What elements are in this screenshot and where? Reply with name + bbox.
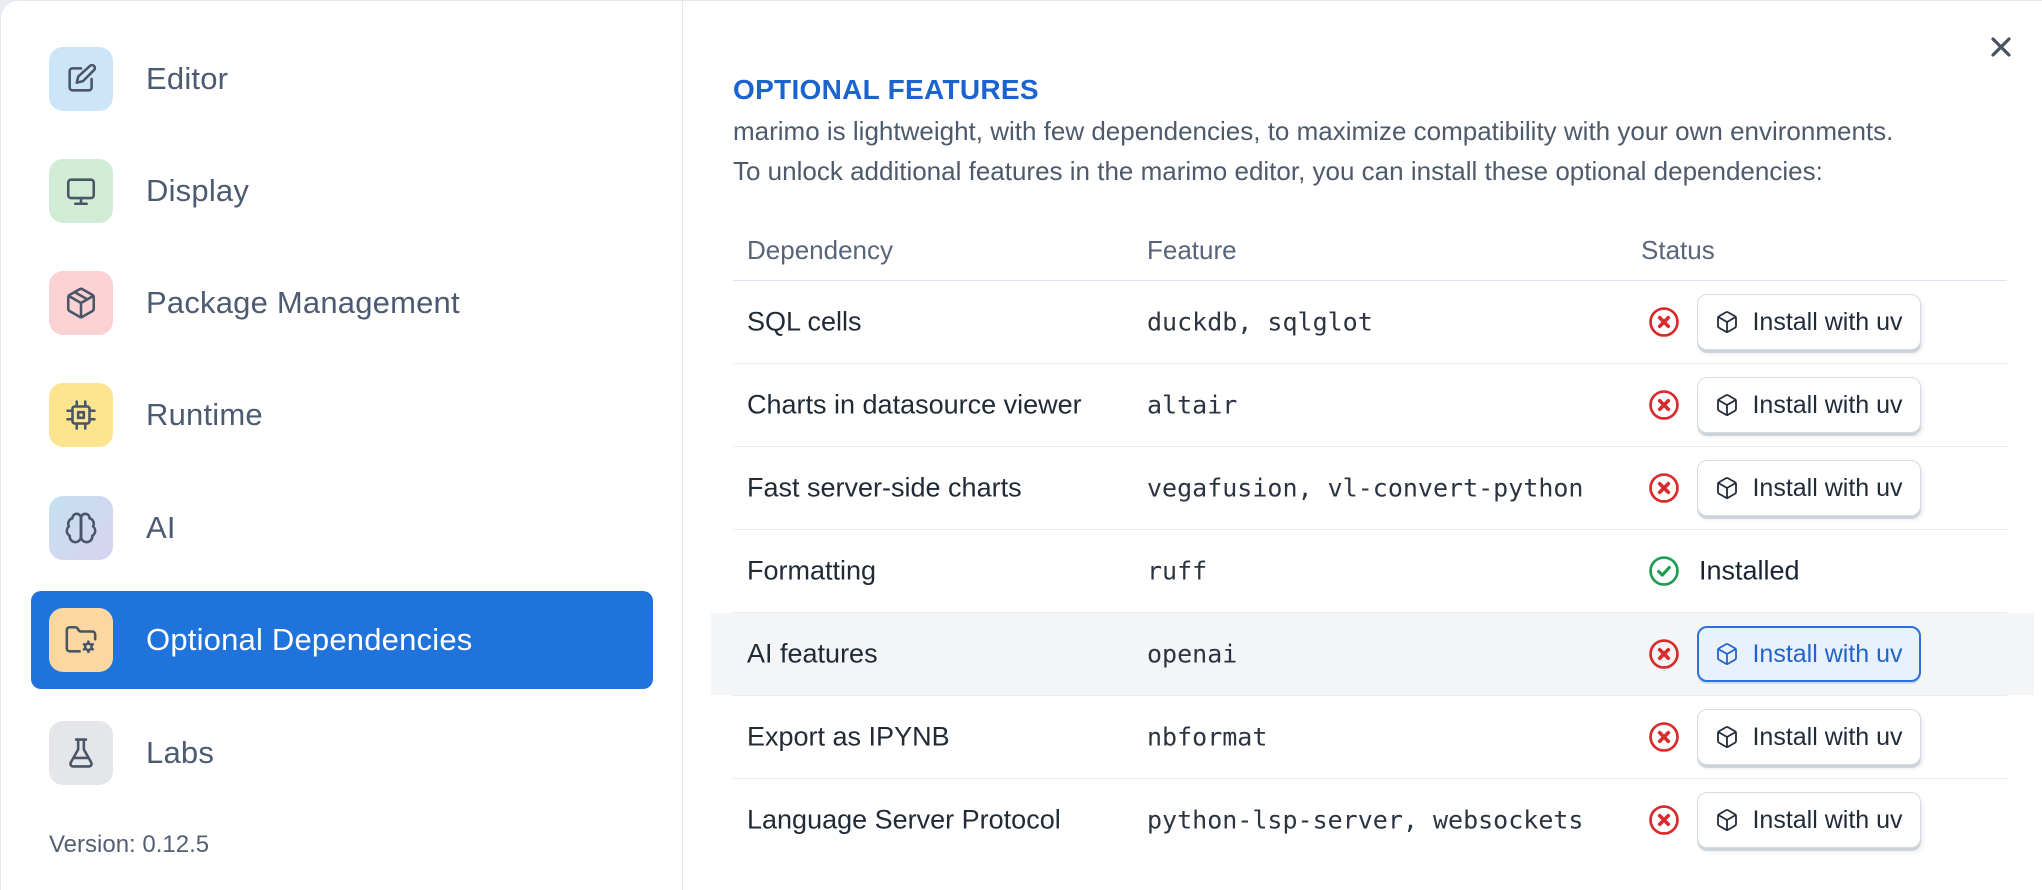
status-installed-icon xyxy=(1647,554,1681,588)
sidebar-item-ai[interactable]: AI xyxy=(31,479,653,577)
sidebar-item-runtime[interactable]: Runtime xyxy=(31,366,653,464)
feature-packages: ruff xyxy=(1147,556,1208,586)
brain-icon xyxy=(49,496,113,560)
panel-description: marimo is lightweight, with few dependen… xyxy=(733,111,1893,191)
status-missing-icon xyxy=(1647,388,1681,422)
install-button-label: Install with uv xyxy=(1752,722,1903,751)
dependency-name: Language Server Protocol xyxy=(747,804,1061,835)
dependency-name: Fast server-side charts xyxy=(747,472,1022,503)
flask-icon xyxy=(49,721,113,785)
column-header-feature: Feature xyxy=(1147,235,1237,265)
feature-packages: altair xyxy=(1147,390,1238,420)
install-button-label: Install with uv xyxy=(1752,805,1903,834)
install-with-uv-button[interactable]: Install with uv xyxy=(1697,709,1921,765)
sidebar-item-label: Package Management xyxy=(146,285,460,320)
install-with-uv-button[interactable]: Install with uv xyxy=(1697,792,1921,848)
install-with-uv-button[interactable]: Install with uv xyxy=(1697,294,1921,350)
page-title: OPTIONAL FEATURES xyxy=(733,74,1039,106)
monitor-icon xyxy=(49,159,113,223)
package-icon xyxy=(49,271,113,335)
box-icon xyxy=(1717,809,1738,831)
dependency-name: SQL cells xyxy=(747,306,862,337)
status-missing-icon xyxy=(1647,471,1681,505)
pencil-square-icon xyxy=(49,47,113,111)
dependency-name: Charts in datasource viewer xyxy=(747,389,1082,420)
feature-packages: nbformat xyxy=(1147,722,1268,752)
sidebar-item-label: Labs xyxy=(146,735,215,770)
folder-cog-icon xyxy=(49,608,113,672)
install-button-label: Install with uv xyxy=(1752,639,1903,668)
table-row: Language Server Protocol python-lsp-serv… xyxy=(733,779,2007,861)
install-button-label: Install with uv xyxy=(1752,473,1903,502)
sidebar-item-optional-dependencies[interactable]: Optional Dependencies xyxy=(31,591,653,689)
cpu-icon xyxy=(49,383,113,447)
table-row: Fast server-side charts vegafusion, vl-c… xyxy=(733,447,2007,530)
dependency-name: Export as IPYNB xyxy=(747,721,950,752)
status-missing-icon xyxy=(1647,720,1681,754)
settings-dialog: Editor Display Package Management Runtim… xyxy=(0,0,2042,890)
table-header-row: Dependency Feature Status xyxy=(733,223,2007,281)
optional-features-panel: OPTIONAL FEATURES marimo is lightweight,… xyxy=(683,1,2042,890)
status-missing-icon xyxy=(1647,803,1681,837)
sidebar-item-label: Editor xyxy=(146,61,229,96)
version-label: Version: 0.12.5 xyxy=(49,831,210,858)
column-header-status: Status xyxy=(1641,235,1715,265)
box-icon xyxy=(1717,394,1738,416)
install-with-uv-button-focused[interactable]: Install with uv xyxy=(1697,626,1921,682)
close-icon[interactable] xyxy=(1983,29,2019,65)
sidebar-item-labs[interactable]: Labs xyxy=(31,704,653,802)
feature-packages: python-lsp-server, websockets xyxy=(1147,805,1584,835)
box-icon xyxy=(1717,477,1738,499)
table-row: Export as IPYNB nbformat Install with uv xyxy=(733,696,2007,779)
settings-sidebar: Editor Display Package Management Runtim… xyxy=(1,1,683,890)
dependency-name: Formatting xyxy=(747,555,877,586)
sidebar-item-editor[interactable]: Editor xyxy=(31,30,653,128)
table-row: AI features openai Install with uv xyxy=(711,613,2034,696)
install-button-label: Install with uv xyxy=(1752,390,1903,419)
box-icon xyxy=(1717,643,1738,665)
dependency-name: AI features xyxy=(747,638,878,669)
feature-packages: duckdb, sqlglot xyxy=(1147,307,1373,337)
sidebar-item-display[interactable]: Display xyxy=(31,142,653,240)
sidebar-item-label: Display xyxy=(146,173,250,208)
status-missing-icon xyxy=(1647,637,1681,671)
panel-description-line1: marimo is lightweight, with few dependen… xyxy=(733,116,1894,146)
dependencies-table: Dependency Feature Status SQL cells duck… xyxy=(711,223,2034,861)
install-button-label: Install with uv xyxy=(1752,307,1903,336)
sidebar-item-label: Optional Dependencies xyxy=(146,622,473,657)
table-row: SQL cells duckdb, sqlglot Install with u… xyxy=(733,281,2007,364)
feature-packages: openai xyxy=(1147,639,1238,669)
sidebar-item-label: Runtime xyxy=(146,397,263,432)
install-with-uv-button[interactable]: Install with uv xyxy=(1697,377,1921,433)
panel-description-line2: To unlock additional features in the mar… xyxy=(733,156,1823,186)
box-icon xyxy=(1717,726,1738,748)
column-header-dependency: Dependency xyxy=(747,235,893,265)
feature-packages: vegafusion, vl-convert-python xyxy=(1147,473,1584,503)
install-with-uv-button[interactable]: Install with uv xyxy=(1697,460,1921,516)
sidebar-item-label: AI xyxy=(146,510,176,545)
box-icon xyxy=(1717,311,1738,333)
status-missing-icon xyxy=(1647,305,1681,339)
table-row: Charts in datasource viewer altair Insta… xyxy=(733,364,2007,447)
sidebar-item-package-management[interactable]: Package Management xyxy=(31,254,653,352)
table-row: Formatting ruff Installed xyxy=(733,530,2007,613)
installed-status-label: Installed xyxy=(1699,555,1800,586)
